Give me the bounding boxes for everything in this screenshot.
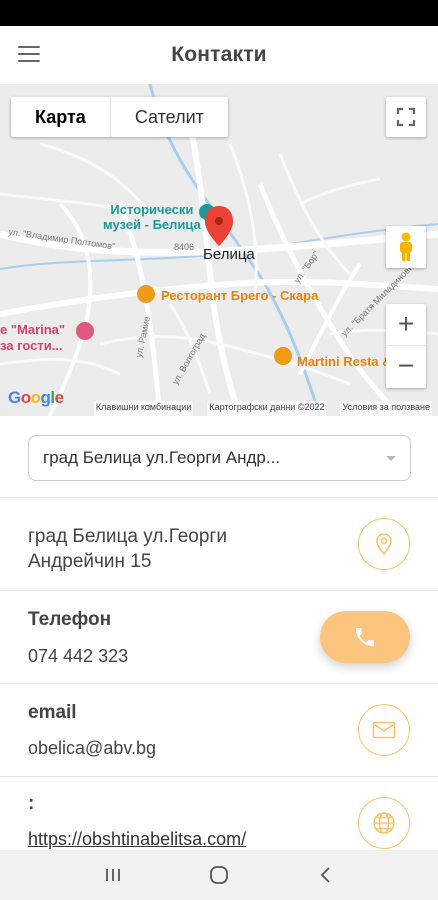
restaurant-marker[interactable] [137,285,155,303]
map-data-text: Картографски данни ©2022 [207,401,327,416]
email-label: email [28,702,77,723]
map[interactable]: Исторически музей - Белица Белица Рестор… [0,84,438,416]
home-button[interactable] [199,855,239,895]
home-icon [210,866,228,884]
map-type-switcher: Карта Сателит [11,97,228,137]
fullscreen-icon [396,107,416,127]
app-bar: Контакти [0,26,438,84]
phone-icon [356,628,374,646]
street-view-button[interactable] [386,226,426,268]
website-label: : [28,793,35,814]
back-button[interactable] [305,855,345,895]
keyboard-shortcuts-link[interactable]: Клавишни комбинации [93,401,194,416]
tab-satellite[interactable]: Сателит [111,97,228,137]
system-nav-bar [0,850,438,900]
chevron-down-icon [386,455,396,461]
marina-label: е "Marina" за гости... [0,322,66,353]
website-row: : https://obshtinabelitsa.com/ [0,776,438,850]
address-select-value: град Белица ул.Георги Андр... [43,448,281,467]
email-row: email obelica@abv.bg [0,683,438,776]
back-icon [320,867,330,883]
zoom-controls: + − [386,304,426,388]
town-label: Белица [203,246,255,263]
phone-label: Телефон [28,609,112,630]
recent-apps-button[interactable] [93,855,133,895]
museum-label: Исторически музей - Белица [103,202,201,232]
martini-marker[interactable] [274,347,292,365]
page-title: Контакти [171,43,267,66]
call-button[interactable] [320,611,410,663]
address-text: град Белица ул.Георги Андрейчин 15 [28,526,227,572]
recent-apps-icon [106,869,120,881]
fullscreen-button[interactable] [386,97,426,137]
restaurant-label: Ресторант Брего - Скара [161,288,319,303]
zoom-out-button[interactable]: − [386,346,426,388]
location-pin-icon [376,533,392,556]
address-row: град Белица ул.Георги Андрейчин 15 [0,497,438,590]
website-link[interactable]: https://obshtinabelitsa.com/ [28,829,246,850]
zoom-in-button[interactable]: + [386,304,426,346]
road-number-label: 8406 [174,242,195,252]
pegman-icon [400,232,412,261]
menu-icon[interactable] [18,46,40,64]
marina-marker[interactable] [76,322,94,340]
website-button[interactable] [358,797,410,849]
terms-link[interactable]: Условия за ползване [340,401,432,416]
martini-label: Martini Resta & [297,354,392,369]
mail-icon [372,721,396,739]
email-button[interactable] [358,704,410,756]
phone-value[interactable]: 074 442 323 [28,646,128,667]
address-select[interactable]: град Белица ул.Георги Андр... [28,435,411,481]
tab-map[interactable]: Карта [11,97,111,137]
location-button[interactable] [358,518,410,570]
globe-icon [373,812,395,834]
status-bar [0,0,438,26]
email-value[interactable]: obelica@abv.bg [28,738,156,759]
map-footer: Клавишни комбинации Картографски данни ©… [0,401,438,416]
